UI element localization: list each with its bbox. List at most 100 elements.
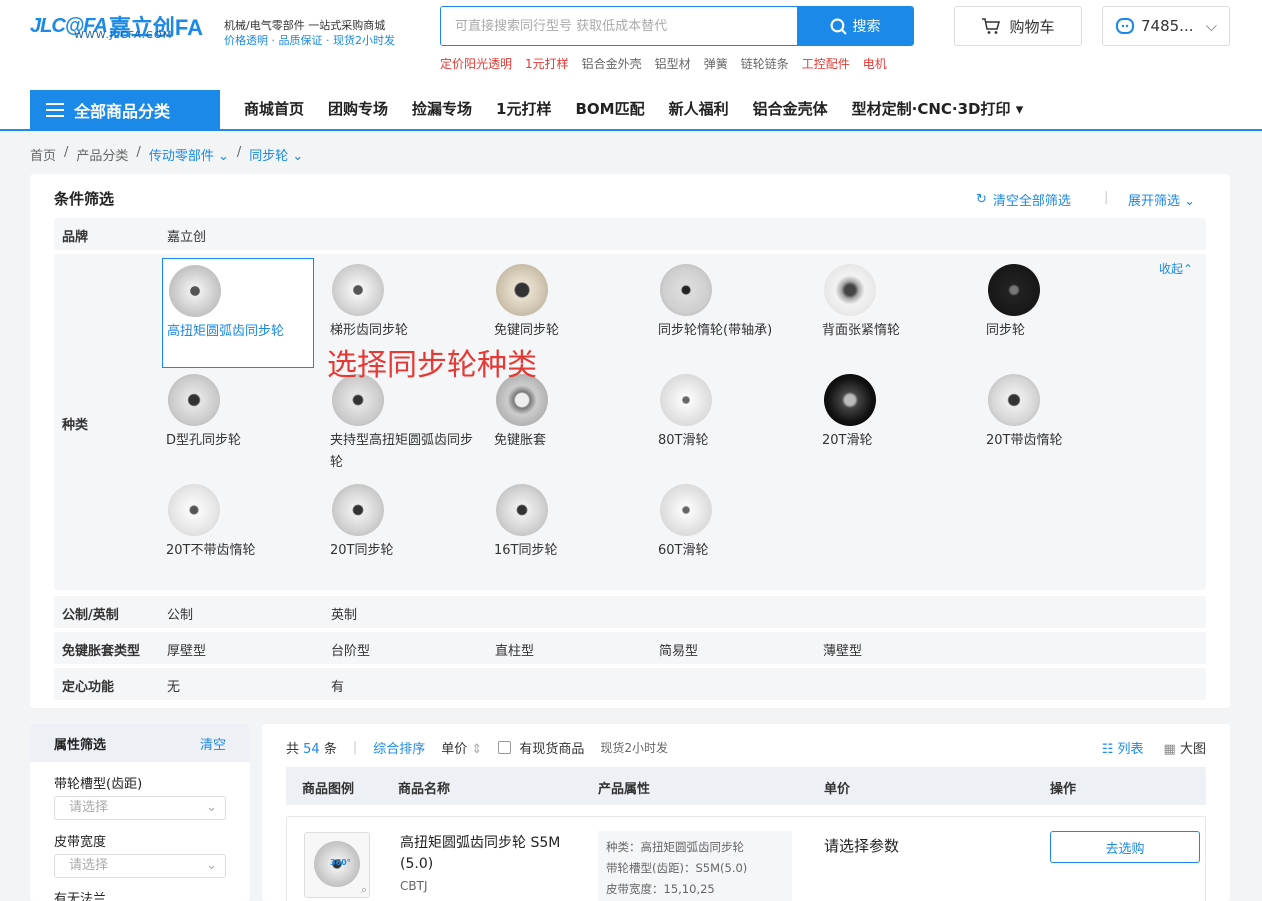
type-option[interactable]: 免键胀套 — [490, 368, 642, 478]
type-option[interactable]: 背面张紧惰轮 — [818, 258, 970, 368]
product-attributes: 种类：高扭矩圆弧齿同步轮 带轮槽型(齿距)：S5M(5.0) 皮带宽度：15,1… — [598, 831, 792, 901]
filter-panel: 条件筛选 ↻ 清空全部筛选 | 展开筛选 ⌄ 品牌 嘉立创 种类 收起⌃ 高扭矩圆… — [30, 174, 1230, 708]
filter-option[interactable]: 厚壁型 — [167, 640, 206, 659]
site-header: JLC@FA 嘉立创FA WWW.JLCFA.COM 机械/电气零部件 一站式采… — [0, 0, 1262, 131]
attribute-clear-button[interactable]: 清空 — [200, 734, 226, 753]
type-label: 20T带齿惰轮 — [986, 433, 1063, 448]
caret-down-icon: ▾ — [1015, 100, 1024, 118]
nav-item[interactable]: 新人福利 — [669, 98, 729, 119]
sort-icon: ⇕ — [471, 742, 483, 757]
nav-item-dropdown[interactable]: 型材定制·CNC·3D打印 ▾ — [852, 98, 1024, 119]
nav-item[interactable]: 1元打样 — [496, 98, 551, 119]
type-label: 高扭矩圆弧齿同步轮 — [167, 324, 285, 339]
search-input[interactable] — [441, 7, 797, 45]
breadcrumb-item[interactable]: 首页 — [30, 145, 56, 164]
in-stock-filter[interactable]: 有现货商品 — [498, 738, 584, 757]
search-button[interactable]: 搜索 — [797, 7, 913, 45]
count-prefix: 共 — [286, 742, 300, 757]
list-view-label: 列表 — [1117, 742, 1144, 757]
breadcrumb-item[interactable]: 同步轮 ⌄ — [249, 145, 303, 164]
type-option[interactable]: D型孔同步轮 — [162, 368, 314, 478]
product-image[interactable]: 360° ⌕ — [304, 832, 370, 898]
breadcrumb-item[interactable]: 产品分类 — [76, 145, 128, 164]
type-option[interactable]: 夹持型高扭矩圆弧齿同步轮 — [326, 368, 478, 478]
filter-title: 条件筛选 — [54, 190, 115, 208]
clear-all-filters[interactable]: ↻ 清空全部筛选 — [976, 190, 1071, 209]
hot-keyword[interactable]: 1元打样 — [525, 55, 569, 72]
product-price: 请选择参数 — [824, 837, 900, 855]
type-option[interactable]: 20T不带齿惰轮 — [162, 478, 314, 588]
nav-item[interactable]: 商城首页 — [244, 98, 304, 119]
filter-option[interactable]: 英制 — [331, 604, 357, 623]
all-categories-button[interactable]: 全部商品分类 — [30, 90, 220, 130]
column-header: 单价 — [824, 782, 851, 797]
type-option[interactable]: 20T滑轮 — [818, 368, 970, 478]
table-header: 商品图例 商品名称 产品属性 单价 操作 — [286, 767, 1206, 805]
search-bar: 搜索 — [440, 6, 914, 46]
chevron-down-icon: ⌄ — [206, 858, 217, 873]
pulley-image — [332, 264, 384, 316]
product-name[interactable]: 高扭矩圆弧齿同步轮 S5M (5.0) — [400, 833, 580, 875]
select-placeholder: 请选择 — [69, 858, 109, 873]
user-id: 7485... — [1141, 17, 1194, 35]
filter-option[interactable]: 公制 — [167, 604, 193, 623]
type-option[interactable]: 60T滑轮 — [654, 478, 806, 588]
filter-option[interactable]: 薄壁型 — [823, 640, 862, 659]
breadcrumb-label: 同步轮 — [249, 149, 289, 164]
search-icon — [830, 18, 847, 35]
type-option[interactable]: 80T滑轮 — [654, 368, 806, 478]
filter-label: 定心功能 — [62, 680, 115, 695]
buy-button[interactable]: 去选购 — [1050, 831, 1200, 863]
type-label: 16T同步轮 — [494, 543, 558, 558]
hot-keyword[interactable]: 链轮链条 — [741, 55, 789, 72]
filter-option[interactable]: 嘉立创 — [167, 226, 206, 245]
refresh-icon: ↻ — [976, 192, 987, 207]
filter-option[interactable]: 无 — [167, 676, 180, 695]
hot-keyword[interactable]: 弹簧 — [704, 55, 728, 72]
nav-item[interactable]: BOM匹配 — [575, 98, 644, 119]
cart-button[interactable]: 购物车 — [954, 6, 1082, 46]
filter-option[interactable]: 台阶型 — [331, 640, 370, 659]
collapse-button[interactable]: 收起⌃ — [1159, 260, 1193, 277]
pulley-image — [660, 374, 712, 426]
pulley-image — [168, 374, 220, 426]
attribute-select[interactable]: 请选择 ⌄ — [54, 854, 226, 878]
hot-keywords: 定价阳光透明 1元打样 铝合金外壳 铝型材 弹簧 链轮链条 工控配件 电机 — [440, 55, 887, 72]
attribute-select[interactable]: 请选择 ⌄ — [54, 796, 226, 820]
hot-keyword[interactable]: 铝型材 — [655, 55, 691, 72]
nav-item[interactable]: 捡漏专场 — [412, 98, 472, 119]
view-switch: ☷ 列表 ▦ 大图 — [1102, 738, 1206, 757]
type-label: 20T滑轮 — [822, 433, 873, 448]
user-avatar-icon — [1116, 18, 1134, 34]
sort-price[interactable]: 单价 ⇕ — [441, 738, 482, 757]
pulley-image — [824, 374, 876, 426]
user-menu[interactable]: 7485... ⌵ — [1102, 6, 1230, 46]
expand-filters[interactable]: 展开筛选 ⌄ — [1128, 190, 1195, 209]
filter-option[interactable]: 简易型 — [659, 640, 698, 659]
nav-item[interactable]: 团购专场 — [328, 98, 388, 119]
grid-view-button[interactable]: ▦ 大图 — [1164, 738, 1206, 757]
nav-item[interactable]: 铝合金壳体 — [753, 98, 828, 119]
type-option[interactable]: 16T同步轮 — [490, 478, 642, 588]
type-option[interactable]: 高扭矩圆弧齿同步轮 — [162, 258, 314, 368]
filter-option[interactable]: 有 — [331, 676, 344, 695]
list-view-button[interactable]: ☷ 列表 — [1102, 738, 1144, 757]
hot-keyword[interactable]: 工控配件 — [802, 55, 850, 72]
type-option[interactable]: 同步轮惰轮(带轴承) — [654, 258, 806, 368]
checkbox[interactable] — [498, 741, 512, 754]
product-attribute: 带轮槽型(齿距)：S5M(5.0) — [606, 861, 748, 875]
type-label: 同步轮 — [986, 323, 1026, 338]
hot-keyword[interactable]: 电机 — [863, 55, 887, 72]
type-option[interactable]: 20T带齿惰轮 — [982, 368, 1134, 478]
filter-option[interactable]: 直柱型 — [495, 640, 534, 659]
hot-keyword[interactable]: 定价阳光透明 — [440, 55, 512, 72]
type-option[interactable]: 20T同步轮 — [326, 478, 478, 588]
type-option[interactable]: 同步轮 — [982, 258, 1134, 368]
stock-note: 现货2小时发 — [600, 741, 668, 755]
type-label: 免键同步轮 — [494, 323, 560, 338]
sort-default[interactable]: 综合排序 — [373, 738, 425, 757]
hot-keyword[interactable]: 铝合金外壳 — [582, 55, 642, 72]
expand-label: 展开筛选 — [1128, 194, 1181, 209]
breadcrumb-item[interactable]: 传动零部件 ⌄ — [149, 145, 229, 164]
attribute-filter-panel: 属性筛选 清空 带轮槽型(齿距) 请选择 ⌄ 皮带宽度 请选择 ⌄ 有无法兰 — [30, 724, 250, 901]
